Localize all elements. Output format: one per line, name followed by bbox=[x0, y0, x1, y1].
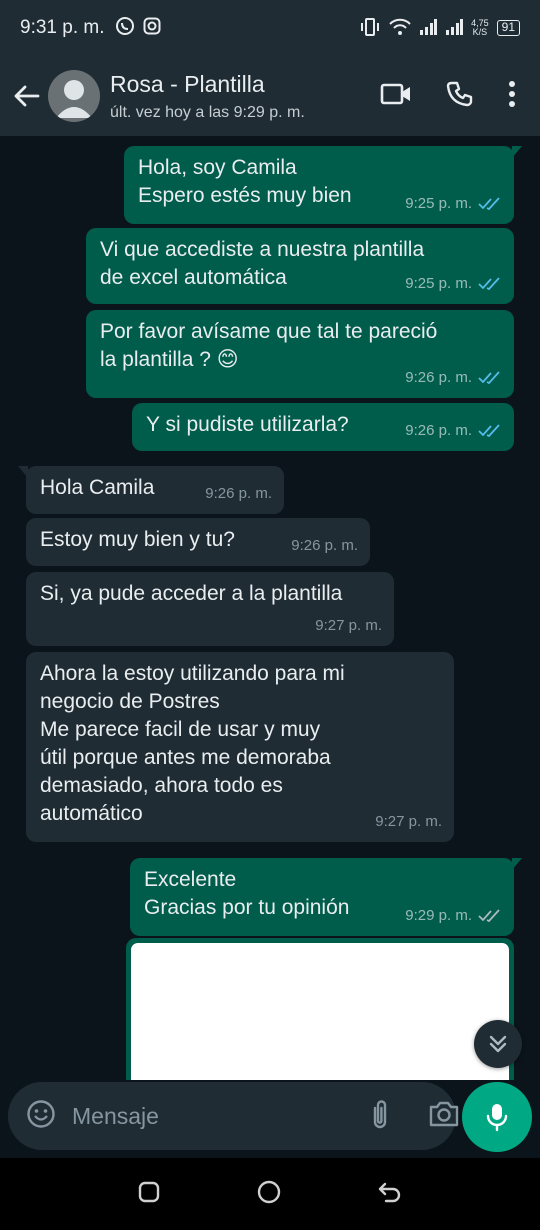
read-double-check-icon bbox=[478, 424, 500, 438]
emoji-icon bbox=[27, 1099, 55, 1128]
message-input[interactable] bbox=[72, 1102, 368, 1130]
microphone-icon bbox=[486, 1104, 508, 1132]
default-avatar-icon bbox=[56, 80, 92, 118]
read-double-check-icon bbox=[478, 277, 500, 291]
message-input-container bbox=[8, 1082, 459, 1150]
chat-area[interactable]: Hola, soy Camila Espero estés muy bien 9… bbox=[0, 136, 540, 1080]
contact-last-seen: últ. vez hoy a las 9:29 p. m. bbox=[110, 103, 305, 121]
signal-icon-2 bbox=[445, 18, 464, 38]
message-composer bbox=[0, 1080, 540, 1156]
status-time: 9:31 p. m. bbox=[20, 17, 105, 38]
message-text: Ahora la estoy utilizando para mi negoci… bbox=[40, 662, 345, 825]
video-camera-icon bbox=[380, 83, 410, 104]
bubble-tail bbox=[512, 858, 522, 870]
message-time: 9:27 p. m. bbox=[375, 813, 442, 830]
back-button[interactable] bbox=[4, 56, 48, 136]
network-speed: 4,75 K/S bbox=[471, 19, 489, 37]
message-outgoing[interactable]: Vi que accediste a nuestra plantilla de … bbox=[86, 228, 514, 304]
message-time: 9:25 p. m. bbox=[405, 275, 472, 292]
message-time: 9:25 p. m. bbox=[405, 195, 472, 212]
video-call-button[interactable] bbox=[380, 82, 412, 111]
bubble-tail bbox=[18, 466, 28, 478]
system-navigation-bar bbox=[0, 1158, 540, 1230]
message-outgoing[interactable]: Hola, soy Camila Espero estés muy bien 9… bbox=[124, 146, 522, 224]
read-double-check-icon bbox=[478, 197, 500, 211]
message-time: 9:26 p. m. bbox=[405, 369, 472, 386]
kebab-menu-icon bbox=[509, 80, 515, 107]
contact-info[interactable]: Rosa - Plantilla últ. vez hoy a las 9:29… bbox=[110, 71, 305, 122]
vibrate-icon bbox=[359, 17, 381, 39]
message-time: 9:27 p. m. bbox=[315, 617, 382, 634]
message-time: 9:26 p. m. bbox=[405, 422, 472, 439]
voice-call-button[interactable] bbox=[446, 80, 474, 113]
message-time: 9:29 p. m. bbox=[405, 907, 472, 924]
message-time: 9:26 p. m. bbox=[205, 485, 272, 502]
message-time: 9:26 p. m. bbox=[291, 537, 358, 554]
voice-message-button[interactable] bbox=[462, 1082, 532, 1152]
read-double-check-icon bbox=[478, 371, 500, 385]
signal-icon-1 bbox=[419, 18, 438, 38]
battery-indicator: 91 bbox=[496, 20, 520, 36]
scroll-to-bottom-button[interactable] bbox=[474, 1020, 522, 1068]
image-message[interactable] bbox=[126, 938, 514, 1080]
message-outgoing[interactable]: Excelente Gracias por tu opinión 9:29 p.… bbox=[130, 858, 522, 936]
message-outgoing[interactable]: Y si pudiste utilizarla? 9:26 p. m. bbox=[132, 403, 514, 451]
chat-header: Rosa - Plantilla últ. vez hoy a las 9:29… bbox=[0, 56, 540, 136]
message-outgoing[interactable]: Por favor avísame que tal te pareció la … bbox=[86, 310, 514, 398]
more-options-button[interactable] bbox=[508, 80, 516, 112]
camera-button[interactable] bbox=[428, 1100, 460, 1133]
recent-apps-button[interactable] bbox=[137, 1180, 161, 1209]
image-preview[interactable] bbox=[131, 943, 509, 1080]
double-chevron-down-icon bbox=[489, 1035, 507, 1053]
message-incoming[interactable]: Ahora la estoy utilizando para mi negoci… bbox=[26, 652, 454, 842]
message-text: Si, ya pude acceder a la plantilla bbox=[40, 582, 343, 605]
status-bar: 9:31 p. m. 4,75 K/S 91 bbox=[0, 0, 540, 56]
paperclip-icon bbox=[373, 1099, 387, 1128]
network-speed-unit: K/S bbox=[472, 27, 488, 37]
contact-avatar[interactable] bbox=[48, 70, 100, 122]
camera-icon bbox=[429, 1101, 459, 1126]
back-nav-button[interactable] bbox=[377, 1180, 403, 1209]
home-circle-icon bbox=[257, 1180, 281, 1203]
back-nav-icon bbox=[378, 1182, 400, 1202]
message-incoming[interactable]: Hola Camila 9:26 p. m. bbox=[18, 466, 284, 514]
delivered-double-check-icon bbox=[478, 909, 500, 923]
message-incoming[interactable]: Si, ya pude acceder a la plantilla 9:27 … bbox=[26, 572, 394, 646]
home-button[interactable] bbox=[256, 1179, 282, 1210]
whatsapp-notification-icon bbox=[115, 16, 135, 41]
contact-name: Rosa - Plantilla bbox=[110, 70, 265, 97]
arrow-left-icon bbox=[14, 85, 40, 107]
emoji-button[interactable] bbox=[26, 1099, 56, 1134]
bubble-tail bbox=[512, 146, 522, 158]
phone-icon bbox=[446, 81, 473, 106]
wifi-icon bbox=[389, 18, 411, 39]
attach-button[interactable] bbox=[368, 1098, 392, 1135]
instagram-notification-icon bbox=[143, 17, 161, 40]
recent-apps-icon bbox=[139, 1181, 160, 1202]
message-incoming[interactable]: Estoy muy bien y tu? 9:26 p. m. bbox=[26, 518, 370, 566]
